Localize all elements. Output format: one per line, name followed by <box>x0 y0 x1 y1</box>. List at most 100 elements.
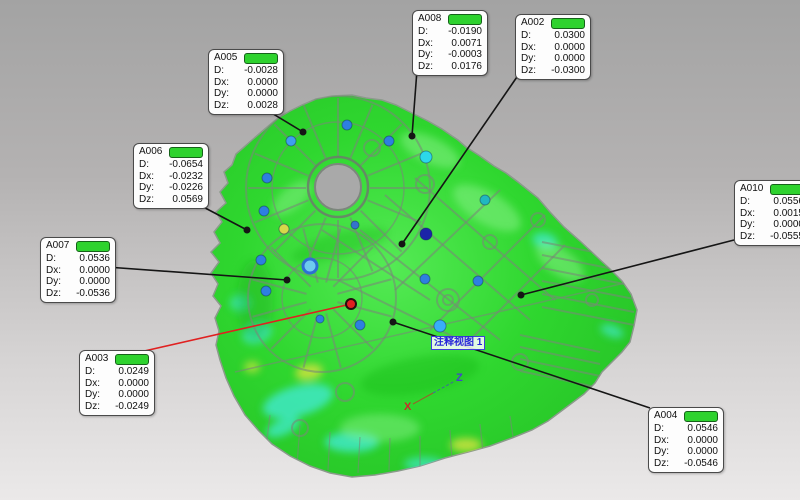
deviation-value: 0.0300 <box>554 30 585 42</box>
measurement-point[interactable] <box>473 276 483 286</box>
annotation-box-A003[interactable]: A003 D:0.0249 Dx:0.0000 Dy:0.0000 Dz:-0.… <box>79 350 155 416</box>
field-label: Dx: <box>740 208 755 220</box>
deviation-value: 0.0536 <box>79 253 110 265</box>
field-label: Dy: <box>214 88 229 100</box>
annotation-box-A006[interactable]: A006 D:-0.0654 Dx:-0.0232 Dy:-0.0226 Dz:… <box>133 143 209 209</box>
leader-endpoint <box>346 299 356 309</box>
measurement-point[interactable] <box>480 195 490 205</box>
annotation-id: A005 <box>214 52 237 64</box>
3d-viewport[interactable]: X Z A008 D: -0.0190 Dx: 0.0071 Dy: -0.0003 D… <box>0 0 800 500</box>
annotation-view-label[interactable]: 注释视图 1 <box>431 336 485 350</box>
measurement-point[interactable] <box>434 320 446 332</box>
measurement-point[interactable] <box>262 173 272 183</box>
deviation-value: 0.0000 <box>554 42 585 54</box>
field-label: Dz: <box>418 61 433 73</box>
field-label: Dz: <box>214 100 229 112</box>
measurement-point[interactable] <box>279 224 289 234</box>
field-label: Dz: <box>46 288 61 300</box>
field-label: Dx: <box>85 378 100 390</box>
deviation-value: -0.0300 <box>551 65 585 77</box>
measurement-point[interactable] <box>420 274 430 284</box>
deviation-value: -0.0003 <box>448 49 482 61</box>
annotation-box-A004[interactable]: A004 D:0.0546 Dx:0.0000 Dy:0.0000 Dz:-0.… <box>648 407 724 473</box>
annotation-id: A008 <box>418 13 441 25</box>
field-label: Dy: <box>418 49 433 61</box>
field-label: D: <box>214 65 224 77</box>
field-label: D: <box>418 26 428 38</box>
measurement-point[interactable] <box>351 221 359 229</box>
measurement-point[interactable] <box>261 286 271 296</box>
measurement-point[interactable] <box>286 136 296 146</box>
field-label: Dy: <box>521 53 536 65</box>
measurement-point[interactable] <box>384 136 394 146</box>
measurement-point[interactable] <box>256 255 266 265</box>
deviation-value: -0.0190 <box>448 26 482 38</box>
deviation-value: 0.0249 <box>118 366 149 378</box>
field-label: Dx: <box>214 77 229 89</box>
deviation-value: -0.0249 <box>115 401 149 413</box>
field-label: Dz: <box>740 231 755 243</box>
annotation-id: A010 <box>740 183 763 195</box>
deviation-value: 0.0569 <box>172 194 203 206</box>
annotation-id: A003 <box>85 353 108 365</box>
leader-endpoint <box>399 241 406 248</box>
deviation-value: 0.0000 <box>79 265 110 277</box>
deviation-value: 0.0015 <box>773 208 800 220</box>
leader-endpoint <box>518 292 525 299</box>
annotation-box-A002[interactable]: A002 D:0.0300 Dx:0.0000 Dy:0.0000 Dz:-0.… <box>515 14 591 80</box>
annotation-box-A008[interactable]: A008 D: -0.0190 Dx: 0.0071 Dy: -0.0003 Dz: 0… <box>412 10 488 76</box>
measurement-point[interactable] <box>420 151 432 163</box>
measurement-point[interactable] <box>420 228 432 240</box>
annotation-id: A007 <box>46 240 69 252</box>
tolerance-status-pill <box>244 53 278 64</box>
deviation-value: -0.0555 <box>770 231 800 243</box>
center-bore-hole <box>308 157 368 217</box>
field-label: Dz: <box>139 194 154 206</box>
leader-endpoint <box>284 277 291 284</box>
annotation-box-A007[interactable]: A007 D:0.0536 Dx:0.0000 Dy:0.0000 Dz:-0.… <box>40 237 116 303</box>
deviation-value: 0.0000 <box>247 77 278 89</box>
field-label: Dy: <box>740 219 755 231</box>
field-label: D: <box>85 366 95 378</box>
field-label: Dz: <box>654 458 669 470</box>
deviation-value: -0.0546 <box>684 458 718 470</box>
deviation-value: 0.0556 <box>773 196 800 208</box>
deviation-value: -0.0226 <box>169 182 203 194</box>
annotation-box-A010[interactable]: A010 D: 0.0556 Dx: 0.0015 Dy: 0.0000 Dz: -0.… <box>734 180 800 246</box>
axis-label-z: Z <box>456 372 463 384</box>
deviation-value: 0.0000 <box>79 276 110 288</box>
measurement-point[interactable] <box>303 259 317 273</box>
field-label: Dy: <box>46 276 61 288</box>
deviation-value: -0.0028 <box>244 65 278 77</box>
measurement-point[interactable] <box>259 206 269 216</box>
field-label: Dx: <box>418 38 433 50</box>
tolerance-status-pill <box>76 241 110 252</box>
annotation-box-A005[interactable]: A005 D:-0.0028 Dx:0.0000 Dy:0.0000 Dz:0.… <box>208 49 284 115</box>
field-label: Dx: <box>46 265 61 277</box>
field-label: Dy: <box>85 389 100 401</box>
tolerance-status-pill <box>551 18 585 29</box>
field-label: Dx: <box>654 435 669 447</box>
measurement-point[interactable] <box>316 315 324 323</box>
leader-endpoint <box>300 129 307 136</box>
tolerance-status-pill <box>770 184 800 195</box>
leader-endpoint <box>244 227 251 234</box>
field-label: D: <box>46 253 56 265</box>
measurement-point[interactable] <box>355 320 365 330</box>
field-label: D: <box>740 196 750 208</box>
deviation-value: 0.0176 <box>451 61 482 73</box>
deviation-value: 0.0071 <box>451 38 482 50</box>
deviation-value: 0.0000 <box>118 378 149 390</box>
field-label: Dz: <box>521 65 536 77</box>
leader-endpoint <box>390 319 397 326</box>
deviation-value: 0.0000 <box>773 219 800 231</box>
axis-label-x: X <box>404 401 412 413</box>
deviation-value: -0.0232 <box>169 171 203 183</box>
leader-endpoint <box>409 133 416 140</box>
deviation-value: 0.0000 <box>687 446 718 458</box>
deviation-value: 0.0000 <box>247 88 278 100</box>
field-label: Dx: <box>139 171 154 183</box>
tolerance-status-pill <box>115 354 149 365</box>
annotation-id: A004 <box>654 410 677 422</box>
measurement-point[interactable] <box>342 120 352 130</box>
